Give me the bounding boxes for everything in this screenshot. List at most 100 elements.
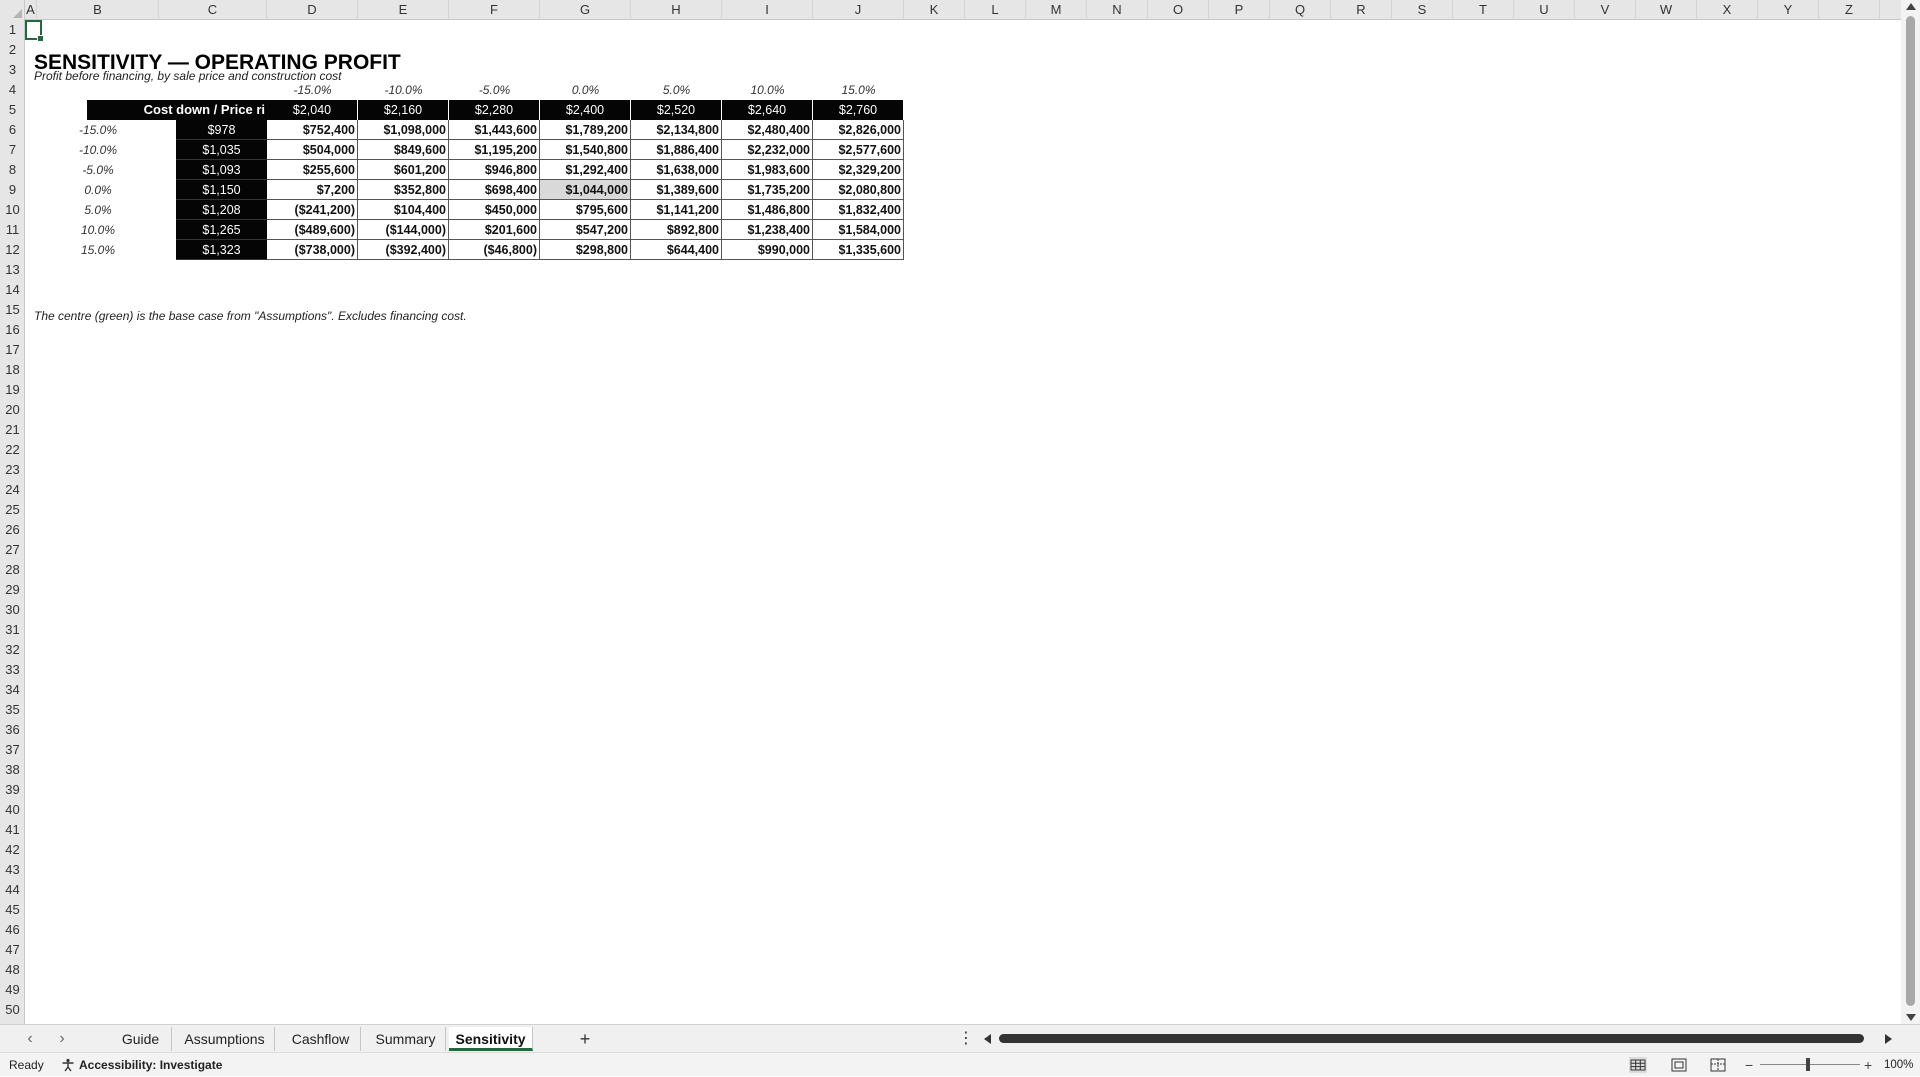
- row-header-21[interactable]: 21: [0, 420, 25, 440]
- row-header-14[interactable]: 14: [0, 280, 25, 300]
- zoom-slider-thumb[interactable]: [1806, 1058, 1810, 1071]
- profit-cell[interactable]: $2,577,600: [813, 140, 904, 160]
- profit-cell[interactable]: $1,141,200: [631, 200, 722, 220]
- column-header-c[interactable]: C: [159, 0, 267, 20]
- scroll-left-icon[interactable]: [984, 1034, 991, 1044]
- price-header-cell[interactable]: $2,640: [722, 100, 812, 120]
- profit-cell[interactable]: $752,400: [267, 120, 358, 140]
- profit-cell[interactable]: $990,000: [722, 240, 813, 260]
- profit-cell[interactable]: $1,638,000: [631, 160, 722, 180]
- column-header-w[interactable]: W: [1636, 0, 1697, 20]
- row-header-31[interactable]: 31: [0, 620, 25, 640]
- row-header-17[interactable]: 17: [0, 340, 25, 360]
- profit-cell[interactable]: $2,232,000: [722, 140, 813, 160]
- profit-cell[interactable]: $547,200: [540, 220, 631, 240]
- profit-cell[interactable]: $1,335,600: [813, 240, 904, 260]
- profit-cell[interactable]: $1,886,400: [631, 140, 722, 160]
- row-header-39[interactable]: 39: [0, 780, 25, 800]
- price-header-cell[interactable]: $2,040: [267, 100, 357, 120]
- column-header-x[interactable]: X: [1697, 0, 1758, 20]
- profit-cell[interactable]: ($144,000): [358, 220, 449, 240]
- row-header-47[interactable]: 47: [0, 940, 25, 960]
- column-header-o[interactable]: O: [1148, 0, 1209, 20]
- profit-cell[interactable]: $1,789,200: [540, 120, 631, 140]
- column-header-d[interactable]: D: [267, 0, 358, 20]
- profit-cell[interactable]: ($46,800): [449, 240, 540, 260]
- row-header-4[interactable]: 4: [0, 80, 25, 100]
- column-header-a[interactable]: A: [25, 0, 37, 20]
- row-header-34[interactable]: 34: [0, 680, 25, 700]
- profit-cell[interactable]: $7,200: [267, 180, 358, 200]
- profit-cell[interactable]: ($738,000): [267, 240, 358, 260]
- row-header-8[interactable]: 8: [0, 160, 25, 180]
- row-header-49[interactable]: 49: [0, 980, 25, 1000]
- profit-cell[interactable]: $1,238,400: [722, 220, 813, 240]
- row-header-3[interactable]: 3: [0, 60, 25, 80]
- column-header-z[interactable]: Z: [1819, 0, 1880, 20]
- column-header-k[interactable]: K: [904, 0, 965, 20]
- cost-header-cell[interactable]: $978: [176, 120, 267, 140]
- tab-sensitivity[interactable]: Sensitivity: [449, 1027, 533, 1051]
- profit-cell[interactable]: $1,292,400: [540, 160, 631, 180]
- row-header-11[interactable]: 11: [0, 220, 25, 240]
- cost-header-cell[interactable]: $1,208: [176, 200, 267, 220]
- column-header-q[interactable]: Q: [1270, 0, 1331, 20]
- row-header-36[interactable]: 36: [0, 720, 25, 740]
- profit-cell[interactable]: ($489,600): [267, 220, 358, 240]
- cost-header-cell[interactable]: $1,265: [176, 220, 267, 240]
- row-header-1[interactable]: 1: [0, 20, 25, 40]
- row-header-33[interactable]: 33: [0, 660, 25, 680]
- column-header-h[interactable]: H: [631, 0, 722, 20]
- accessibility-status[interactable]: Accessibility: Investigate: [79, 1053, 222, 1077]
- page-layout-icon[interactable]: [1670, 1057, 1688, 1073]
- column-header-r[interactable]: R: [1331, 0, 1392, 20]
- column-header-s[interactable]: S: [1392, 0, 1453, 20]
- row-header-40[interactable]: 40: [0, 800, 25, 820]
- row-header-25[interactable]: 25: [0, 500, 25, 520]
- tab-summary[interactable]: Summary: [366, 1027, 446, 1051]
- profit-cell[interactable]: $2,080,800: [813, 180, 904, 200]
- profit-cell[interactable]: $1,584,000: [813, 220, 904, 240]
- row-header-29[interactable]: 29: [0, 580, 25, 600]
- profit-cell[interactable]: $104,400: [358, 200, 449, 220]
- column-header-p[interactable]: P: [1209, 0, 1270, 20]
- profit-cell[interactable]: $849,600: [358, 140, 449, 160]
- profit-cell[interactable]: $795,600: [540, 200, 631, 220]
- column-header-g[interactable]: G: [540, 0, 631, 20]
- row-header-44[interactable]: 44: [0, 880, 25, 900]
- scroll-right-icon[interactable]: [1885, 1034, 1892, 1044]
- profit-cell[interactable]: $1,443,600: [449, 120, 540, 140]
- vertical-scroll-thumb[interactable]: [1906, 16, 1915, 1006]
- row-header-26[interactable]: 26: [0, 520, 25, 540]
- sheet-grid[interactable]: SENSITIVITY — OPERATING PROFIT Profit be…: [25, 20, 1901, 1024]
- profit-cell[interactable]: $504,000: [267, 140, 358, 160]
- price-header-cell[interactable]: $2,400: [540, 100, 630, 120]
- price-header-cell[interactable]: $2,760: [813, 100, 903, 120]
- column-header-l[interactable]: L: [965, 0, 1026, 20]
- profit-cell[interactable]: $2,826,000: [813, 120, 904, 140]
- zoom-out-button[interactable]: −: [1745, 1053, 1753, 1077]
- more-options-icon[interactable]: ⋮: [958, 1028, 974, 1050]
- row-header-46[interactable]: 46: [0, 920, 25, 940]
- profit-cell[interactable]: $1,098,000: [358, 120, 449, 140]
- row-header-23[interactable]: 23: [0, 460, 25, 480]
- horizontal-scroll-thumb[interactable]: [999, 1034, 1864, 1043]
- tab-cashflow[interactable]: Cashflow: [281, 1027, 361, 1051]
- profit-cell[interactable]: $892,800: [631, 220, 722, 240]
- cost-header-cell[interactable]: $1,323: [176, 240, 267, 260]
- profit-cell[interactable]: $1,486,800: [722, 200, 813, 220]
- row-header-27[interactable]: 27: [0, 540, 25, 560]
- price-header-cell[interactable]: $2,160: [358, 100, 448, 120]
- row-header-30[interactable]: 30: [0, 600, 25, 620]
- row-header-38[interactable]: 38: [0, 760, 25, 780]
- row-header-28[interactable]: 28: [0, 560, 25, 580]
- next-sheet-icon[interactable]: ›: [52, 1028, 72, 1050]
- column-header-b[interactable]: B: [37, 0, 159, 20]
- profit-cell[interactable]: ($392,400): [358, 240, 449, 260]
- profit-cell[interactable]: $946,800: [449, 160, 540, 180]
- accessibility-icon[interactable]: [61, 1058, 75, 1072]
- profit-cell[interactable]: ($241,200): [267, 200, 358, 220]
- profit-cell[interactable]: $2,480,400: [722, 120, 813, 140]
- profit-cell[interactable]: $1,983,600: [722, 160, 813, 180]
- row-header-45[interactable]: 45: [0, 900, 25, 920]
